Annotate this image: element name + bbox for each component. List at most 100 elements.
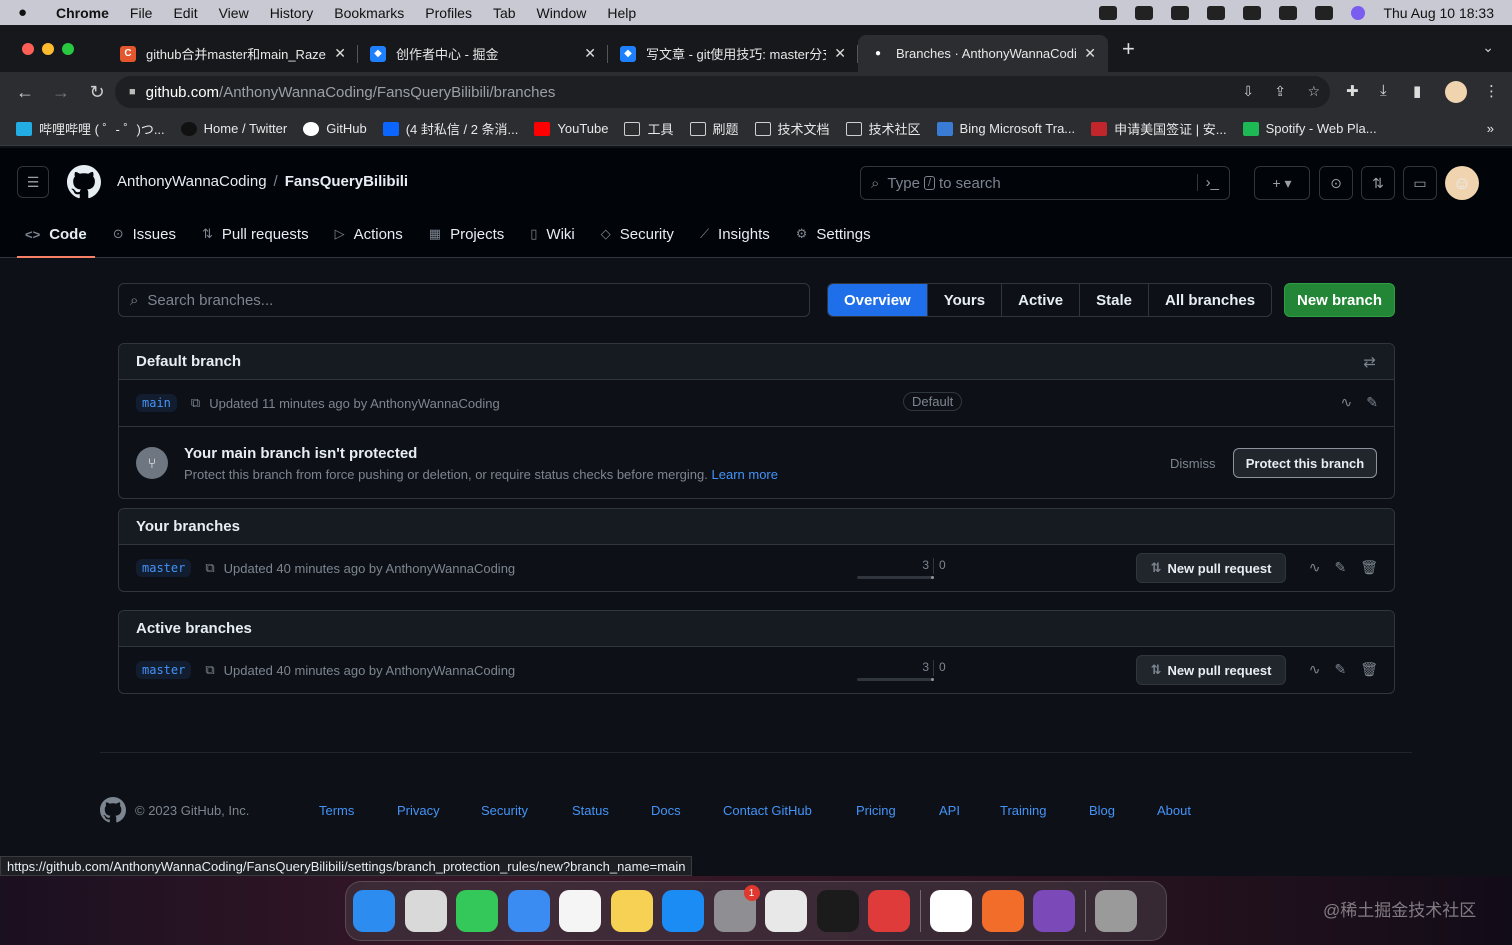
menu-file[interactable]: File xyxy=(130,5,153,21)
menu-history[interactable]: History xyxy=(270,5,314,21)
control-center-icon[interactable] xyxy=(1315,5,1334,20)
filter-tab-stale[interactable]: Stale xyxy=(1079,284,1148,316)
siri-icon[interactable] xyxy=(1351,5,1366,20)
terminal-icon[interactable] xyxy=(816,890,859,932)
new-pull-request-button[interactable]: ⇅ New pull request xyxy=(1136,655,1286,685)
app-store-icon[interactable] xyxy=(662,890,704,932)
wifi-icon[interactable] xyxy=(1243,5,1262,20)
pull-requests-icon[interactable]: ⇅ xyxy=(1361,166,1395,200)
footer-link-pricing[interactable]: Pricing xyxy=(856,803,896,818)
bookmark-item[interactable]: 申请美国签证 | 安... xyxy=(1091,119,1227,138)
mail-icon[interactable] xyxy=(507,890,550,932)
tab-search-chevron-icon[interactable]: ⌄ xyxy=(1482,39,1494,56)
side-panel-icon[interactable]: ▮ xyxy=(1413,82,1421,100)
copy-icon[interactable]: ⧉ xyxy=(205,560,214,576)
create-new-button[interactable]: + ▾ xyxy=(1254,166,1310,200)
close-tab-icon[interactable]: ✕ xyxy=(834,45,846,62)
repo-tab-actions[interactable]: ▷ Actions xyxy=(327,220,411,248)
bookmark-item[interactable]: 哔哩哔哩 ( ゜- ゜)つ... xyxy=(16,119,165,138)
lock-icon[interactable]: ■ xyxy=(129,86,136,98)
bookmarks-overflow-icon[interactable]: » xyxy=(1487,121,1494,136)
back-arrow-icon[interactable]: ← xyxy=(14,82,36,103)
branch-name-link[interactable]: master xyxy=(136,559,192,577)
bookmark-item[interactable]: GitHub xyxy=(303,119,367,138)
new-branch-button[interactable]: New branch xyxy=(1284,283,1395,317)
activity-icon[interactable]: ∿ xyxy=(1341,394,1353,411)
intellij-icon[interactable] xyxy=(981,890,1024,932)
menubar-clock[interactable]: Thu Aug 10 18:33 xyxy=(1383,5,1494,21)
menu-tab[interactable]: Tab xyxy=(493,5,516,21)
bookmark-item[interactable]: 刷题 xyxy=(689,119,739,138)
footer-link-contact-github[interactable]: Contact GitHub xyxy=(723,803,812,818)
branch-name-link[interactable]: main xyxy=(136,394,177,412)
spotlight-icon[interactable] xyxy=(1279,5,1298,20)
zoom-window-button[interactable] xyxy=(62,42,74,55)
repo-tab-settings[interactable]: ⚙ Settings xyxy=(788,220,879,248)
bookmark-item[interactable]: 工具 xyxy=(624,119,674,138)
hamburger-menu-icon[interactable]: ☰ xyxy=(17,166,49,198)
footer-link-about[interactable]: About xyxy=(1157,803,1191,818)
notes-icon[interactable] xyxy=(610,890,653,932)
repo-tab-wiki[interactable]: ▯ Wiki xyxy=(522,220,582,248)
extensions-puzzle-icon[interactable]: ✚ xyxy=(1346,82,1359,100)
menu-edit[interactable]: Edit xyxy=(173,5,197,21)
copy-icon[interactable]: ⧉ xyxy=(205,662,214,678)
repo-tab-issues[interactable]: ⊙ Issues xyxy=(105,220,184,248)
filter-tab-overview[interactable]: Overview xyxy=(828,284,927,316)
launchpad-icon[interactable] xyxy=(404,890,447,932)
battery-icon[interactable] xyxy=(1207,5,1226,20)
bookmark-item[interactable]: Home / Twitter xyxy=(180,119,287,138)
github-logo-icon[interactable] xyxy=(67,165,101,199)
qq-icon[interactable] xyxy=(930,890,972,932)
menu-profiles[interactable]: Profiles xyxy=(425,5,472,21)
branch-search-input[interactable]: ⌕ Search branches... xyxy=(118,283,810,317)
bookmark-star-icon[interactable]: ☆ xyxy=(1307,83,1320,100)
menu-bookmarks[interactable]: Bookmarks xyxy=(334,5,404,21)
input-method-icon[interactable] xyxy=(1171,5,1190,20)
github-desktop-icon[interactable] xyxy=(1033,890,1075,932)
browser-tab[interactable]: ◆ 写文章 - git使用技巧: master分支 ✕ xyxy=(608,35,858,72)
learn-more-link[interactable]: Learn more xyxy=(712,467,778,482)
switch-default-branch-icon[interactable]: ⇄ xyxy=(1363,353,1376,371)
trash-icon[interactable] xyxy=(1095,890,1137,932)
profile-avatar[interactable] xyxy=(1445,81,1467,103)
new-pull-request-button[interactable]: ⇅ New pull request xyxy=(1136,553,1286,583)
reload-icon[interactable]: ↻ xyxy=(86,82,108,103)
user-avatar[interactable]: ☺ xyxy=(1445,166,1479,200)
delete-trash-icon[interactable]: 🗑 xyxy=(1360,559,1378,576)
menu-view[interactable]: View xyxy=(219,5,249,21)
close-tab-icon[interactable]: ✕ xyxy=(334,45,346,62)
footer-link-status[interactable]: Status xyxy=(572,803,609,818)
notification-icon[interactable] xyxy=(1099,5,1118,20)
branch-name-link[interactable]: master xyxy=(136,661,192,679)
issues-circle-icon[interactable]: ⊙ xyxy=(1319,166,1353,200)
footer-link-privacy[interactable]: Privacy xyxy=(397,803,440,818)
copy-icon[interactable]: ⧉ xyxy=(191,395,200,411)
close-tab-icon[interactable]: ✕ xyxy=(1084,45,1096,62)
messages-icon[interactable] xyxy=(456,890,498,932)
vpn-shield-icon[interactable] xyxy=(1135,5,1154,20)
edit-pencil-icon[interactable]: ✎ xyxy=(1334,661,1346,678)
global-search-input[interactable]: ⌕ Type / to search ›_ xyxy=(860,166,1230,200)
browser-tab[interactable]: ● Branches · AnthonyWannaCodin ✕ xyxy=(858,35,1108,72)
command-palette-icon[interactable]: ›_ xyxy=(1196,174,1219,191)
footer-link-terms[interactable]: Terms xyxy=(319,803,354,818)
protect-branch-button[interactable]: Protect this branch xyxy=(1233,448,1377,478)
bookmark-item[interactable]: Bing Microsoft Tra... xyxy=(936,119,1075,138)
system-settings-icon[interactable]: 1 xyxy=(713,885,760,932)
repo-tab-pull-requests[interactable]: ⇅ Pull requests xyxy=(194,220,317,248)
repo-owner-link[interactable]: AnthonyWannaCoding xyxy=(117,173,267,190)
footer-link-security[interactable]: Security xyxy=(481,803,528,818)
repo-tab-security[interactable]: ◇ Security xyxy=(593,220,682,248)
install-app-icon[interactable]: ⇩ xyxy=(1242,83,1254,100)
activity-icon[interactable]: ∿ xyxy=(1309,661,1321,678)
menu-chrome[interactable]: Chrome xyxy=(56,5,109,21)
netease-music-icon[interactable] xyxy=(868,890,910,932)
inbox-icon[interactable]: ▭ xyxy=(1403,166,1437,200)
edit-pencil-icon[interactable]: ✎ xyxy=(1334,559,1346,576)
edit-pencil-icon[interactable]: ✎ xyxy=(1366,394,1378,411)
repo-tab-projects[interactable]: ▦ Projects xyxy=(421,220,512,248)
footer-link-blog[interactable]: Blog xyxy=(1089,803,1115,818)
delete-trash-icon[interactable]: 🗑 xyxy=(1360,661,1378,678)
bookmark-item[interactable]: Spotify - Web Pla... xyxy=(1242,119,1377,138)
